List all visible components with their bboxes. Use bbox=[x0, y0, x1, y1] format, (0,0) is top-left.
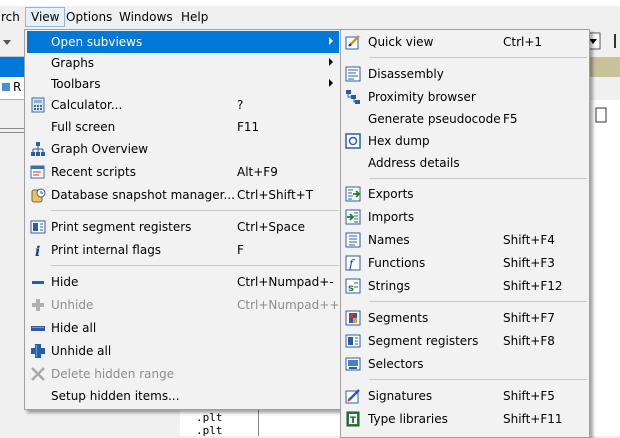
divider bbox=[0, 132, 25, 133]
menu-item-disassembly[interactable]: Disassembly bbox=[343, 63, 587, 85]
exports-icon bbox=[345, 186, 361, 202]
menu-separator bbox=[369, 379, 587, 380]
menu-item-print-internal-flags[interactable]: i Print internal flags F bbox=[27, 239, 339, 261]
snapshot-icon bbox=[31, 188, 46, 203]
quick-view-icon bbox=[345, 35, 360, 50]
background-listing-right bbox=[258, 408, 339, 436]
menu-item-recent-scripts[interactable]: Recent scripts Alt+F9 bbox=[27, 161, 339, 183]
menu-item-imports[interactable]: Imports bbox=[343, 206, 587, 228]
menu-item-unhide-all[interactable]: Unhide all bbox=[27, 340, 339, 362]
menu-item-address-details[interactable]: Address details bbox=[343, 152, 587, 174]
menu-item-graphs[interactable]: Graphs bbox=[27, 52, 339, 74]
menu-separator bbox=[369, 178, 587, 179]
delete-x-icon bbox=[31, 367, 45, 381]
menu-item-graph-overview[interactable]: Graph Overview bbox=[27, 138, 339, 160]
calculator-icon bbox=[31, 97, 45, 113]
view-menu: Open subviews Graphs Toolbars Calculator… bbox=[24, 29, 342, 410]
listing-text: .plt bbox=[196, 411, 223, 424]
menu-separator bbox=[369, 301, 587, 302]
tab-label: R bbox=[13, 80, 22, 94]
dropdown-arrow-icon[interactable] bbox=[0, 28, 25, 56]
menu-item-type-libraries[interactable]: T Type libraries Shift+F11 bbox=[343, 408, 587, 430]
menu-item-functions[interactable]: f Functions Shift+F3 bbox=[343, 252, 587, 274]
plus-icon bbox=[32, 299, 44, 311]
menu-item-proximity-browser[interactable]: Proximity browser bbox=[343, 86, 587, 108]
graph-overview-icon bbox=[31, 142, 45, 156]
menu-windows[interactable]: Windows bbox=[114, 8, 178, 26]
menu-item-hex-dump[interactable]: Hex dump bbox=[343, 130, 587, 152]
menu-item-unhide: Unhide Ctrl+Numpad++ bbox=[27, 294, 339, 316]
names-icon bbox=[345, 232, 361, 248]
type-libraries-icon: T bbox=[346, 411, 360, 427]
background-right-toolbar bbox=[585, 28, 620, 56]
menu-options[interactable]: Options bbox=[61, 8, 117, 26]
background-tab-header bbox=[0, 57, 25, 77]
hex-dump-icon bbox=[345, 133, 361, 149]
menu-separator bbox=[369, 57, 587, 58]
background-toolbar bbox=[0, 28, 25, 57]
menu-help[interactable]: Help bbox=[176, 8, 213, 26]
menu-separator bbox=[51, 265, 339, 266]
menu-item-selectors[interactable]: Selectors bbox=[343, 353, 587, 375]
menu-item-full-screen[interactable]: Full screen F11 bbox=[27, 116, 339, 138]
menu-item-setup-hidden-items[interactable]: Setup hidden items... bbox=[27, 385, 339, 407]
menu-item-database-snapshot-manager[interactable]: Database snapshot manager... Ctrl+Shift+… bbox=[27, 184, 339, 206]
scripts-icon bbox=[30, 165, 45, 179]
signatures-icon bbox=[345, 389, 360, 404]
segment-registers-icon bbox=[345, 334, 361, 348]
menu-bar: rch View Options Windows Help bbox=[0, 6, 620, 28]
background-right-header bbox=[590, 57, 620, 77]
menu-search[interactable]: rch bbox=[0, 8, 25, 26]
menu-item-hide-all[interactable]: Hide all bbox=[27, 317, 339, 339]
submenu-arrow-icon bbox=[329, 37, 333, 45]
menu-item-strings[interactable]: s Strings Shift+F12 bbox=[343, 275, 587, 297]
menu-item-delete-hidden-range: Delete hidden range bbox=[27, 363, 339, 385]
menu-item-segments[interactable]: Segments Shift+F7 bbox=[343, 307, 587, 329]
menu-item-signatures[interactable]: Signatures Shift+F5 bbox=[343, 385, 587, 407]
menu-item-exports[interactable]: Exports bbox=[343, 183, 587, 205]
menu-item-calculator[interactable]: Calculator... ? bbox=[27, 94, 339, 116]
pane-icon bbox=[595, 107, 607, 123]
submenu-arrow-icon bbox=[329, 79, 333, 87]
imports-icon bbox=[345, 209, 361, 225]
plus-all-icon bbox=[31, 344, 45, 358]
tab-icon bbox=[2, 83, 10, 91]
segment-registers-icon bbox=[30, 220, 46, 234]
listing-text: .plt bbox=[196, 424, 223, 437]
divider bbox=[0, 128, 25, 129]
svg-text:i: i bbox=[35, 244, 40, 258]
svg-text:s: s bbox=[348, 283, 354, 294]
menu-item-open-subviews[interactable]: Open subviews bbox=[27, 31, 339, 53]
disassembly-icon bbox=[345, 66, 361, 82]
menu-item-toolbars[interactable]: Toolbars bbox=[27, 73, 339, 95]
minus-all-icon bbox=[31, 326, 45, 331]
background-right-pane bbox=[585, 100, 620, 436]
functions-icon: f bbox=[345, 255, 361, 271]
selectors-icon bbox=[345, 357, 361, 371]
svg-text:T: T bbox=[350, 416, 357, 426]
proximity-browser-icon bbox=[346, 90, 360, 104]
info-icon: i bbox=[35, 244, 40, 258]
menu-separator bbox=[51, 210, 339, 211]
menu-item-hide[interactable]: Hide Ctrl+Numpad+- bbox=[27, 271, 339, 293]
segments-icon bbox=[345, 310, 361, 326]
strings-icon: s bbox=[345, 278, 361, 294]
minus-icon bbox=[32, 281, 44, 284]
submenu-arrow-icon bbox=[329, 58, 333, 66]
menu-item-generate-pseudocode[interactable]: Generate pseudocode F5 bbox=[343, 108, 587, 130]
menu-view[interactable]: View bbox=[25, 7, 66, 27]
menu-item-print-segment-registers[interactable]: Print segment registers Ctrl+Space bbox=[27, 216, 339, 238]
open-subviews-menu: Quick view Ctrl+1 Disassembly Proximity … bbox=[340, 29, 590, 438]
menu-item-names[interactable]: Names Shift+F4 bbox=[343, 229, 587, 251]
background-tab[interactable]: R bbox=[0, 77, 25, 100]
menu-item-segment-registers[interactable]: Segment registers Shift+F8 bbox=[343, 330, 587, 352]
dropdown-arrow-icon[interactable] bbox=[585, 28, 620, 56]
menu-item-quick-view[interactable]: Quick view Ctrl+1 bbox=[343, 31, 587, 53]
